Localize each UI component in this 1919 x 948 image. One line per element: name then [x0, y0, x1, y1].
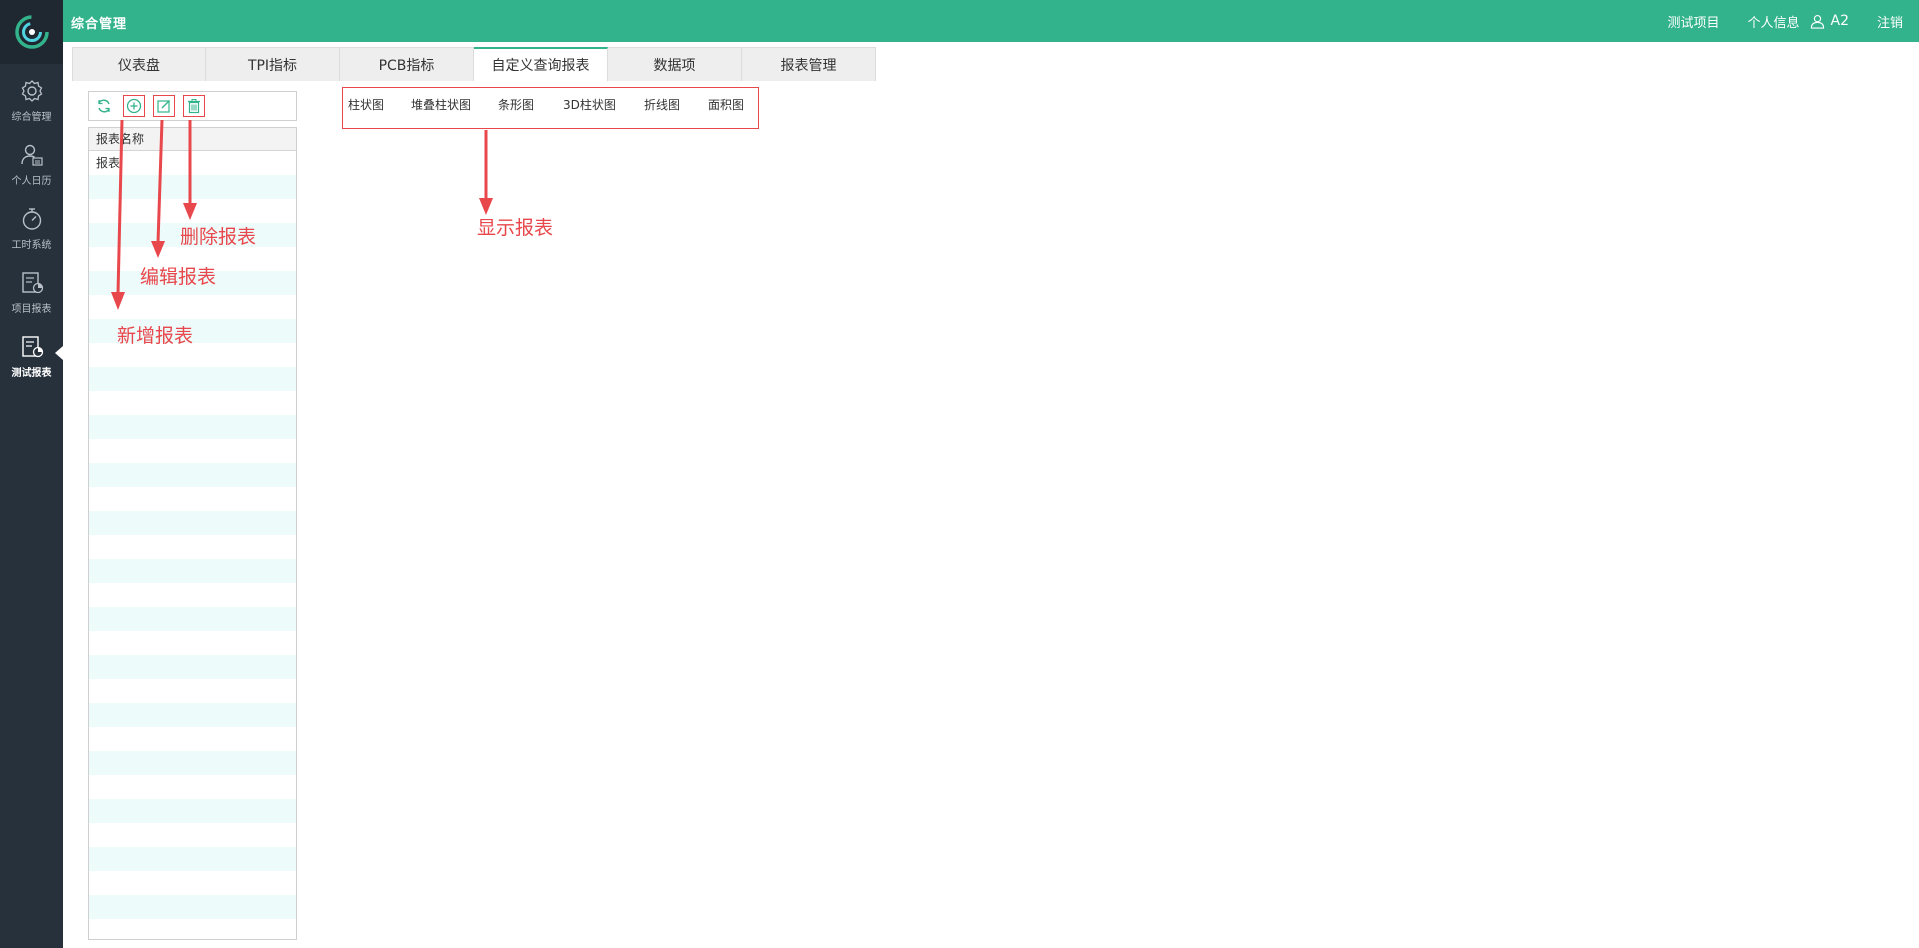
sidebar-item-worktime[interactable]: 工时系统 — [0, 200, 63, 260]
add-circle-icon — [126, 98, 142, 114]
empty-row — [89, 607, 296, 631]
user-icon — [1810, 14, 1824, 29]
page-title: 综合管理 — [71, 17, 128, 32]
empty-row — [89, 847, 296, 871]
empty-row — [89, 871, 296, 895]
empty-row — [89, 367, 296, 391]
annotation-show-report: 显示报表 — [477, 217, 554, 239]
sidebar-item-label: 个人日历 — [11, 176, 52, 187]
chart-type-area[interactable]: 面积图 — [708, 96, 744, 113]
profile-link[interactable]: 个人信息 — [1747, 12, 1799, 31]
annotation-add-report: 新增报表 — [117, 325, 194, 347]
column-header-report-name: 报表名称 — [89, 128, 296, 151]
stopwatch-icon — [22, 208, 41, 230]
user-menu[interactable]: A2 — [1810, 13, 1849, 29]
empty-row — [89, 751, 296, 775]
chart-type-stacked-bar[interactable]: 堆叠柱状图 — [411, 96, 471, 113]
chart-type-bar-chart[interactable]: 柱状图 — [348, 96, 384, 113]
empty-row — [89, 295, 296, 319]
empty-row — [89, 799, 296, 823]
person-calendar-icon — [20, 144, 43, 166]
empty-row — [89, 391, 296, 415]
empty-row — [89, 775, 296, 799]
report-chart-icon — [21, 336, 43, 358]
header-actions: 测试项目 个人信息 A2 注销 — [1667, 0, 1919, 42]
add-report-button[interactable] — [123, 95, 145, 117]
empty-row — [89, 511, 296, 535]
refresh-button[interactable] — [93, 95, 115, 117]
sidebar-item-label: 综合管理 — [11, 112, 52, 123]
sidebar-item-label: 测试报表 — [11, 368, 52, 379]
chart-type-3d-bar[interactable]: 3D柱状图 — [563, 96, 616, 113]
report-toolbar — [88, 91, 297, 121]
sidebar-item-label: 工时系统 — [11, 240, 52, 251]
table-row[interactable]: 报表 — [89, 151, 296, 175]
tab-pcb[interactable]: PCB指标 — [340, 47, 474, 81]
empty-row — [89, 199, 296, 223]
logout-link[interactable]: 注销 — [1877, 12, 1903, 31]
empty-row — [89, 415, 296, 439]
empty-row — [89, 703, 296, 727]
empty-row — [89, 919, 296, 939]
chart-type-line[interactable]: 折线图 — [644, 96, 680, 113]
report-chart-icon — [21, 272, 43, 294]
empty-row — [89, 631, 296, 655]
empty-row — [89, 535, 296, 559]
gear-icon — [21, 80, 42, 102]
delete-report-button[interactable] — [183, 95, 205, 117]
sidebar-item-test-report[interactable]: 测试报表 — [0, 328, 63, 388]
sidebar: 综合管理 个人日历 工时系统 项目报表 测试报表 — [0, 0, 63, 948]
tab-tpi[interactable]: TPI指标 — [206, 47, 340, 81]
empty-row — [89, 583, 296, 607]
app-logo[interactable] — [0, 0, 63, 64]
empty-row — [89, 463, 296, 487]
annotation-edit-report: 编辑报表 — [140, 266, 217, 288]
empty-row — [89, 439, 296, 463]
chart-type-horizontal-bar[interactable]: 条形图 — [498, 96, 534, 113]
spiral-logo-icon — [14, 15, 49, 49]
module-tabs: 仪表盘 TPI指标 PCB指标 自定义查询报表 数据项 报表管理 — [72, 47, 876, 81]
refresh-icon — [98, 99, 110, 113]
empty-row — [89, 895, 296, 919]
active-indicator — [55, 346, 63, 360]
empty-row — [89, 655, 296, 679]
empty-row — [89, 823, 296, 847]
tab-custom-query-report[interactable]: 自定义查询报表 — [474, 47, 608, 81]
project-link[interactable]: 测试项目 — [1667, 12, 1719, 31]
trash-icon — [188, 99, 200, 114]
annotation-delete-report: 删除报表 — [180, 226, 257, 248]
sidebar-item-general[interactable]: 综合管理 — [0, 72, 63, 132]
sidebar-item-label: 项目报表 — [11, 304, 52, 315]
tab-dashboard[interactable]: 仪表盘 — [72, 47, 206, 81]
edit-report-button[interactable] — [153, 95, 175, 117]
edit-icon — [157, 100, 170, 113]
sidebar-item-project-report[interactable]: 项目报表 — [0, 264, 63, 324]
sidebar-item-calendar[interactable]: 个人日历 — [0, 136, 63, 196]
empty-row — [89, 175, 296, 199]
user-name: A2 — [1830, 13, 1849, 29]
empty-row — [89, 679, 296, 703]
empty-row — [89, 727, 296, 751]
tab-report-management[interactable]: 报表管理 — [742, 47, 876, 81]
empty-row — [89, 487, 296, 511]
chart-type-bar: 柱状图 堆叠柱状图 条形图 3D柱状图 折线图 面积图 — [342, 87, 759, 129]
empty-row — [89, 559, 296, 583]
top-header: 综合管理 测试项目 个人信息 A2 注销 — [63, 0, 1919, 42]
tab-data-items[interactable]: 数据项 — [608, 47, 742, 81]
